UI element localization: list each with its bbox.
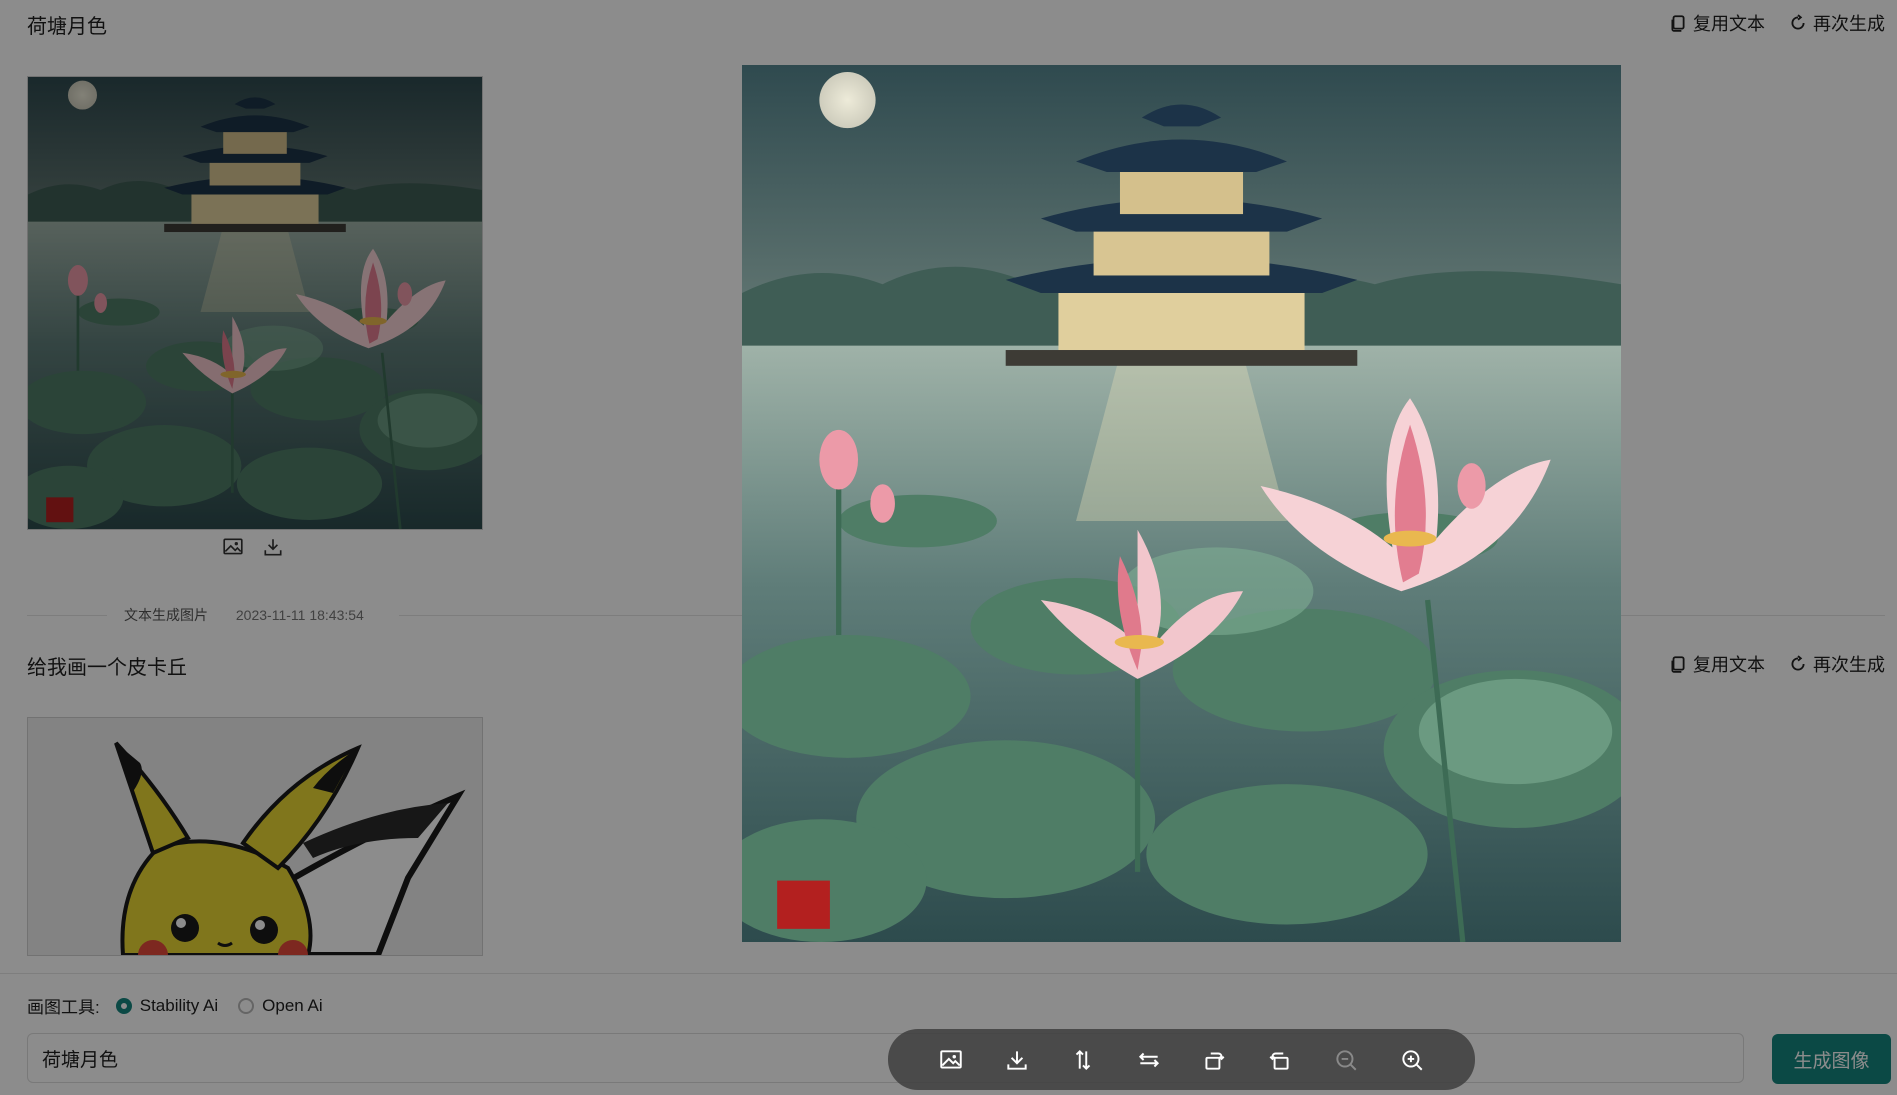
- flip-horizontal-icon[interactable]: [1135, 1046, 1163, 1074]
- rotate-left-icon[interactable]: [1266, 1046, 1294, 1074]
- flip-vertical-icon[interactable]: [1069, 1046, 1097, 1074]
- download-icon[interactable]: [1003, 1046, 1031, 1074]
- image-viewer-toolbar: [888, 1029, 1475, 1090]
- zoom-out-icon[interactable]: [1332, 1046, 1360, 1074]
- image-preview[interactable]: [742, 65, 1621, 942]
- image-icon[interactable]: [937, 1046, 965, 1074]
- rotate-right-icon[interactable]: [1200, 1046, 1228, 1074]
- zoom-in-icon[interactable]: [1398, 1046, 1426, 1074]
